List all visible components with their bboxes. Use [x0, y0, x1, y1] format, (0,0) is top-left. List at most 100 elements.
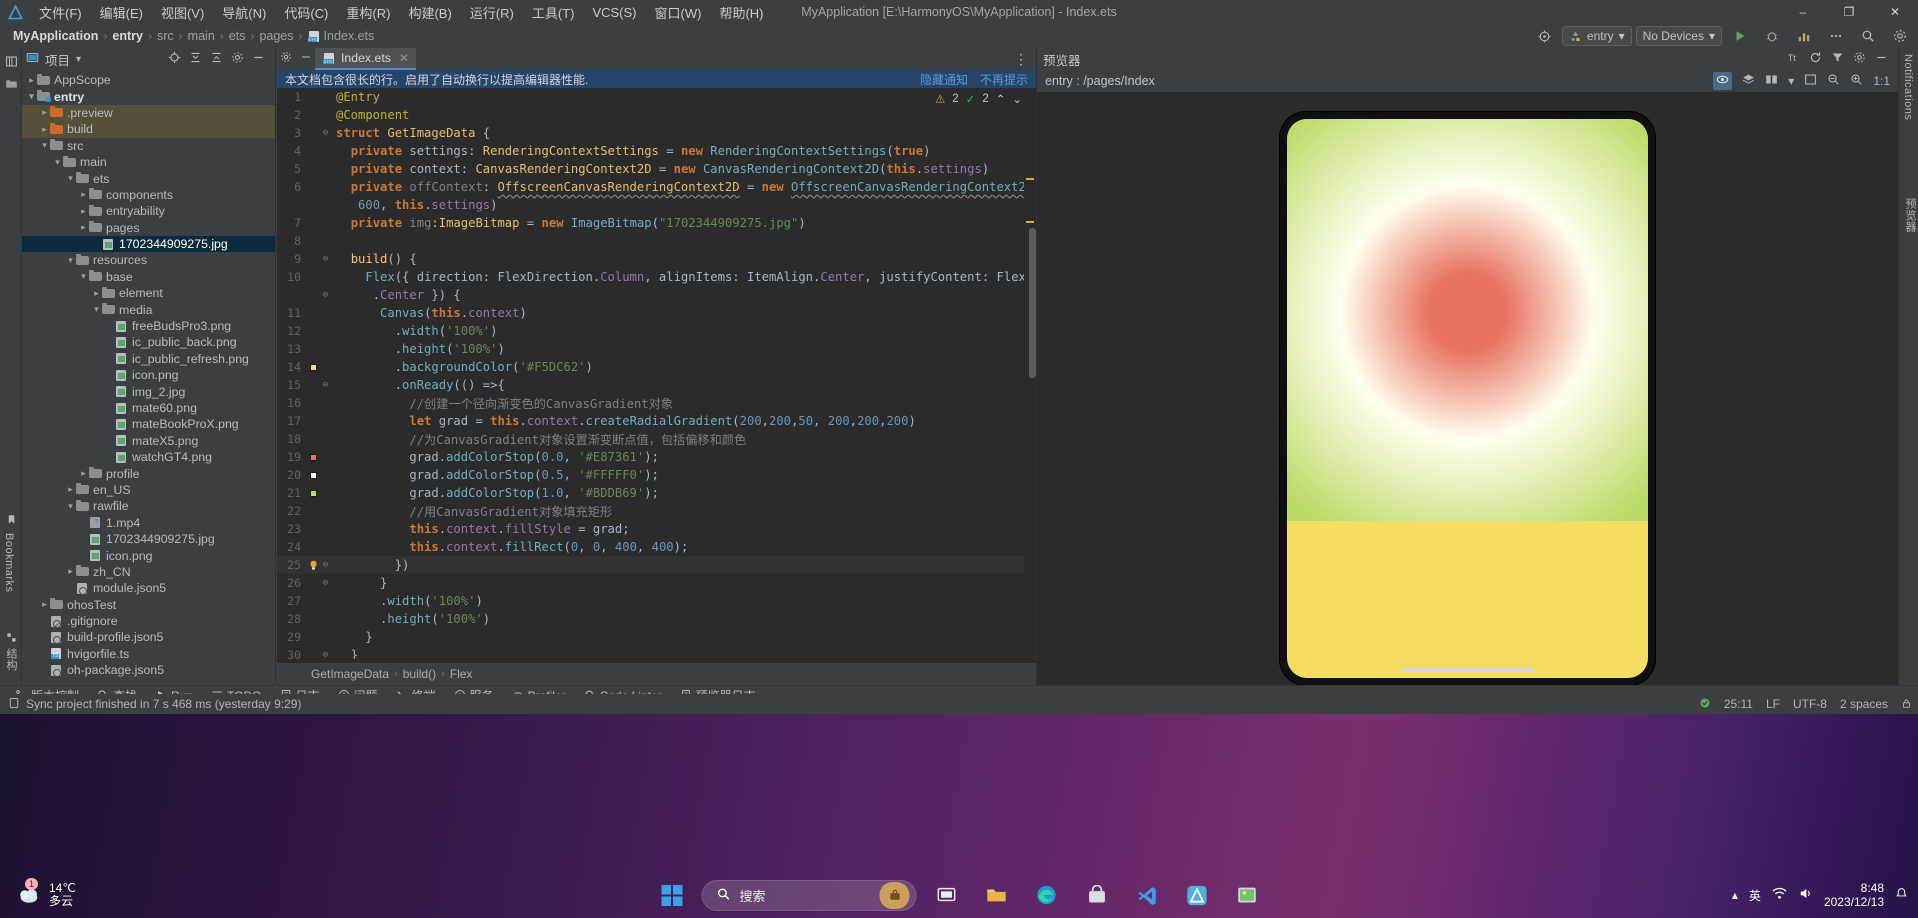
- menu-window[interactable]: 窗口(W): [646, 0, 711, 24]
- structure-folder-icon[interactable]: [0, 72, 22, 94]
- inspection-marker[interactable]: [1026, 221, 1034, 223]
- tree-node-build[interactable]: ▸build: [22, 121, 275, 137]
- run-configuration-selector[interactable]: entry ▾: [1562, 26, 1632, 46]
- chevron-right-icon[interactable]: ▸: [65, 484, 76, 495]
- editor-breadcrumb-item[interactable]: Flex: [450, 667, 473, 681]
- tree-node-media[interactable]: ▾media: [22, 301, 275, 317]
- editor-tab-options-icon[interactable]: ⋮: [1014, 51, 1036, 68]
- editor-settings-icon[interactable]: [280, 51, 292, 67]
- notifications-stripe-label[interactable]: Notifications: [1902, 54, 1914, 120]
- code-line[interactable]: 30⊖ }: [277, 646, 1036, 659]
- zoom-out-icon[interactable]: [1827, 73, 1840, 89]
- chevron-down-icon[interactable]: ▾: [65, 255, 76, 266]
- tree-node-profile[interactable]: ▸profile: [22, 465, 275, 481]
- tree-node-element[interactable]: ▸element: [22, 285, 275, 301]
- collapse-all-icon[interactable]: [210, 51, 223, 68]
- tree-node-1702344909275-jpg[interactable]: 1702344909275.jpg: [22, 236, 275, 252]
- taskbar-clock[interactable]: 8:48 2023/12/13: [1824, 881, 1884, 909]
- code-line[interactable]: 13 .height('100%'): [277, 340, 1036, 358]
- code-line[interactable]: 26⊖ }: [277, 574, 1036, 592]
- chevron-down-icon[interactable]: ▾: [91, 304, 102, 315]
- image-viewer-icon[interactable]: [1227, 875, 1267, 915]
- tree-node-base[interactable]: ▾base: [22, 269, 275, 285]
- code-line[interactable]: 7 private img:ImageBitmap = new ImageBit…: [277, 214, 1036, 232]
- chevron-right-icon[interactable]: ▸: [39, 107, 50, 118]
- tree-node-ets[interactable]: ▾ets: [22, 170, 275, 186]
- editor-breadcrumb-item[interactable]: GetImageData: [311, 667, 389, 681]
- file-explorer-icon[interactable]: [977, 875, 1017, 915]
- hide-editor-icon[interactable]: [300, 51, 312, 67]
- inspector-icon[interactable]: [1713, 72, 1732, 90]
- code-line[interactable]: 19 grad.addColorStop(0.0, '#E87361');: [277, 448, 1036, 466]
- code-line[interactable]: 16 //创建一个径向渐变色的CanvasGradient对象: [277, 394, 1036, 412]
- breadcrumb-item[interactable]: main: [185, 29, 218, 43]
- inspection-marker[interactable]: [1026, 178, 1034, 180]
- profile-button[interactable]: [1790, 26, 1818, 46]
- breadcrumb-item[interactable]: src: [154, 29, 177, 43]
- inspection-summary[interactable]: ⚠ 2 ✓ 2 ⌃ ⌄: [935, 92, 1022, 106]
- chevron-down-icon[interactable]: ▾: [65, 501, 76, 512]
- previewer-stripe-label[interactable]: 预览器: [1902, 198, 1918, 233]
- bookmarks-stripe-label[interactable]: Bookmarks: [3, 533, 15, 593]
- tree-node-build-profile-json5[interactable]: build-profile.json5: [22, 629, 275, 645]
- edge-browser-icon[interactable]: [1027, 875, 1067, 915]
- copilot-icon[interactable]: [880, 882, 910, 909]
- chevron-down-icon[interactable]: ▾: [52, 157, 63, 168]
- tree-node-components[interactable]: ▸components: [22, 187, 275, 203]
- code-line[interactable]: 1@Entry: [277, 88, 1036, 106]
- settings-target-icon[interactable]: [1531, 26, 1558, 46]
- tree-node-entryability[interactable]: ▸entryability: [22, 203, 275, 219]
- tree-node-1-mp4[interactable]: 1.mp4: [22, 515, 275, 531]
- next-problem-icon[interactable]: ⌄: [1012, 92, 1022, 106]
- fold-icon[interactable]: ⊖: [319, 560, 332, 570]
- menu-help[interactable]: 帮助(H): [710, 0, 772, 24]
- panel-settings-icon[interactable]: [231, 51, 244, 68]
- chevron-right-icon[interactable]: ▸: [39, 124, 50, 135]
- device-selector[interactable]: No Devices ▾: [1636, 26, 1722, 46]
- fold-icon[interactable]: ⊖: [319, 254, 332, 264]
- code-line[interactable]: 4 private settings: RenderingContextSett…: [277, 142, 1036, 160]
- more-actions-button[interactable]: [1822, 26, 1850, 46]
- notification-bell-icon[interactable]: [1895, 887, 1908, 903]
- tree-node-zh-cn[interactable]: ▸zh_CN: [22, 564, 275, 580]
- file-encoding[interactable]: UTF-8: [1793, 697, 1827, 711]
- editor-scrollbar-thumb[interactable]: [1029, 228, 1036, 378]
- code-line[interactable]: 23 this.context.fillStyle = grad;: [277, 520, 1036, 538]
- tree-node-icon-png[interactable]: icon.png: [22, 367, 275, 383]
- select-opened-file-icon[interactable]: [168, 51, 181, 68]
- tree-node-module-json5[interactable]: module.json5: [22, 580, 275, 596]
- chevron-right-icon[interactable]: ▸: [78, 222, 89, 233]
- tree-node-rawfile[interactable]: ▾rawfile: [22, 498, 275, 514]
- project-tool-icon[interactable]: [0, 50, 22, 72]
- layers-icon[interactable]: [1742, 73, 1755, 89]
- structure-icon[interactable]: [0, 626, 22, 648]
- menu-vcs[interactable]: VCS(S): [583, 0, 645, 24]
- chevron-right-icon[interactable]: ▸: [26, 75, 37, 86]
- structure-stripe-label[interactable]: 结构: [3, 648, 19, 671]
- tree-node-entry[interactable]: ▾entry: [22, 88, 275, 104]
- code-line[interactable]: 29 }: [277, 628, 1036, 646]
- search-everywhere-icon[interactable]: [1854, 26, 1882, 46]
- code-line[interactable]: 600, this.settings): [277, 196, 1036, 214]
- minimize-button[interactable]: –: [1780, 0, 1826, 24]
- debug-button[interactable]: [1758, 26, 1786, 46]
- indent-setting[interactable]: 2 spaces: [1840, 697, 1888, 711]
- run-button[interactable]: [1726, 26, 1754, 46]
- previewer-settings-icon[interactable]: [1853, 51, 1866, 68]
- tree-node--preview[interactable]: ▸.preview: [22, 105, 275, 121]
- code-line[interactable]: 25⊖ }): [277, 556, 1036, 574]
- tree-node--gitignore[interactable]: .gitignore: [22, 613, 275, 629]
- tree-node-hvigorfile-ts[interactable]: hvigorfile.ts: [22, 646, 275, 662]
- prev-problem-icon[interactable]: ⌃: [996, 92, 1006, 106]
- tree-node-oh-package-json5[interactable]: oh-package.json5: [22, 662, 275, 678]
- tree-node-icon-png[interactable]: icon.png: [22, 547, 275, 563]
- breadcrumb-item[interactable]: MyApplication: [10, 29, 101, 43]
- hide-notification-link[interactable]: 隐藏通知: [920, 71, 968, 88]
- code-line[interactable]: 22 //用CanvasGradient对象填充矩形: [277, 502, 1036, 520]
- menu-navigate[interactable]: 导航(N): [213, 0, 275, 24]
- tree-node-ic-public-refresh-png[interactable]: ic_public_refresh.png: [22, 351, 275, 367]
- editor-breadcrumb-item[interactable]: build(): [403, 667, 436, 681]
- breadcrumb-item[interactable]: Index.ets: [321, 29, 378, 43]
- code-line[interactable]: 6 private offContext: OffscreenCanvasRen…: [277, 178, 1036, 196]
- code-lines-container[interactable]: 1@Entry2@Component3⊖struct GetImageData …: [277, 88, 1036, 659]
